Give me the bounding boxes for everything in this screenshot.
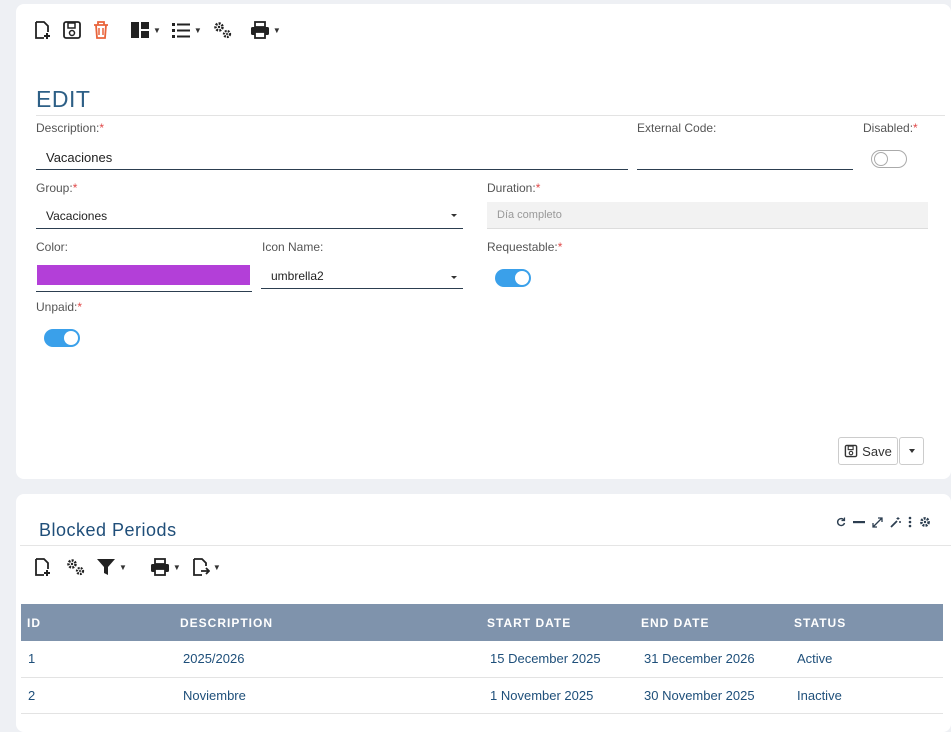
- chevron-down-icon: ▼: [153, 25, 161, 35]
- filter-icon[interactable]: ▼: [96, 557, 127, 577]
- disabled-label: Disabled:*: [863, 121, 918, 135]
- cell-end-date: 31 December 2026: [635, 641, 788, 678]
- column-header-start-date[interactable]: START DATE: [481, 604, 635, 641]
- export-icon[interactable]: ▼: [190, 557, 221, 577]
- icon-name-value: umbrella2: [271, 269, 324, 283]
- group-value: Vacaciones: [46, 209, 108, 223]
- requestable-label: Requestable:*: [487, 240, 563, 254]
- list-icon[interactable]: ▼: [171, 20, 202, 40]
- column-header-description[interactable]: DESCRIPTION: [174, 604, 481, 641]
- description-label: Description:*: [36, 121, 105, 135]
- expand-icon[interactable]: [872, 516, 883, 528]
- delete-icon[interactable]: [92, 20, 110, 40]
- cell-description: 2025/2026: [174, 641, 481, 678]
- cell-status: Active: [788, 641, 943, 678]
- external-code-label: External Code:: [637, 121, 717, 135]
- chevron-down-icon: ▼: [272, 25, 281, 35]
- chevron-down-icon: [908, 449, 915, 453]
- table-header-row: ID DESCRIPTION START DATE END DATE STATU…: [21, 604, 943, 641]
- unpaid-label: Unpaid:*: [36, 300, 83, 314]
- chevron-down-icon: ▼: [193, 25, 202, 35]
- requestable-toggle[interactable]: [495, 269, 531, 287]
- chevron-down-icon: [451, 276, 457, 279]
- save-label: Save: [862, 443, 892, 459]
- settings-gears-icon[interactable]: [65, 557, 87, 577]
- duration-label: Duration:*: [487, 181, 541, 195]
- edit-toolbar: ▼ ▼ ▼: [32, 20, 281, 40]
- refresh-icon[interactable]: [836, 517, 846, 527]
- color-label: Color:: [36, 240, 69, 254]
- external-code-input[interactable]: [637, 143, 853, 170]
- table-row[interactable]: 2 Noviembre 1 November 2025 30 November …: [21, 677, 943, 714]
- minimize-icon[interactable]: [853, 517, 865, 527]
- save-icon[interactable]: [62, 20, 82, 40]
- save-icon: [844, 444, 858, 458]
- title-divider: [36, 115, 945, 116]
- column-header-id[interactable]: ID: [21, 604, 174, 641]
- print-icon[interactable]: ▼: [250, 20, 281, 40]
- color-underline: [36, 291, 252, 292]
- cell-description: Noviembre: [174, 677, 481, 714]
- duration-field: Día completo: [487, 202, 928, 229]
- group-select[interactable]: Vacaciones: [36, 202, 463, 229]
- cell-status: Inactive: [788, 677, 943, 714]
- edit-card: ▼ ▼ ▼ EDIT Description:* Vacaciones Exte…: [16, 4, 951, 479]
- new-document-icon[interactable]: [32, 557, 52, 577]
- grid-toolbar: ▼ ▼ ▼: [32, 557, 221, 577]
- cell-start-date: 1 November 2025: [481, 677, 635, 714]
- section-title: Blocked Periods: [39, 520, 177, 540]
- print-icon[interactable]: ▼: [150, 557, 181, 577]
- toggle-knob: [874, 152, 888, 166]
- description-input[interactable]: Vacaciones: [36, 143, 628, 170]
- blocked-periods-card: Blocked Periods ▼ ▼ ▼ ID DESCRIPTION STA…: [16, 494, 951, 732]
- cell-start-date: 15 December 2025: [481, 641, 635, 678]
- panel-tools: [836, 516, 931, 528]
- blocked-periods-table: ID DESCRIPTION START DATE END DATE STATU…: [21, 604, 943, 714]
- chevron-down-icon: ▼: [119, 562, 127, 572]
- column-header-status[interactable]: STATUS: [788, 604, 943, 641]
- chevron-down-icon: [451, 214, 457, 217]
- save-button[interactable]: Save: [838, 437, 898, 465]
- gear-icon[interactable]: [919, 516, 931, 528]
- layout-icon[interactable]: ▼: [130, 20, 161, 40]
- more-vertical-icon[interactable]: [908, 516, 912, 528]
- settings-gears-icon[interactable]: [212, 20, 234, 40]
- toggle-knob: [64, 331, 78, 345]
- cell-id: 1: [21, 641, 174, 678]
- form-title: EDIT: [36, 86, 91, 112]
- chevron-down-icon: ▼: [212, 562, 221, 572]
- table-row[interactable]: 1 2025/2026 15 December 2025 31 December…: [21, 641, 943, 678]
- column-header-end-date[interactable]: END DATE: [635, 604, 788, 641]
- icon-name-label: Icon Name:: [262, 240, 324, 254]
- cell-end-date: 30 November 2025: [635, 677, 788, 714]
- section-divider: [20, 545, 951, 546]
- color-picker[interactable]: [37, 265, 250, 285]
- disabled-toggle[interactable]: [871, 150, 907, 168]
- new-document-icon[interactable]: [32, 20, 52, 40]
- icon-name-select[interactable]: umbrella2: [261, 262, 463, 289]
- unpaid-toggle[interactable]: [44, 329, 80, 347]
- magic-wand-icon[interactable]: [890, 516, 901, 528]
- save-options-button[interactable]: [899, 437, 924, 465]
- toggle-knob: [515, 271, 529, 285]
- chevron-down-icon: ▼: [172, 562, 181, 572]
- group-label: Group:*: [36, 181, 78, 195]
- cell-id: 2: [21, 677, 174, 714]
